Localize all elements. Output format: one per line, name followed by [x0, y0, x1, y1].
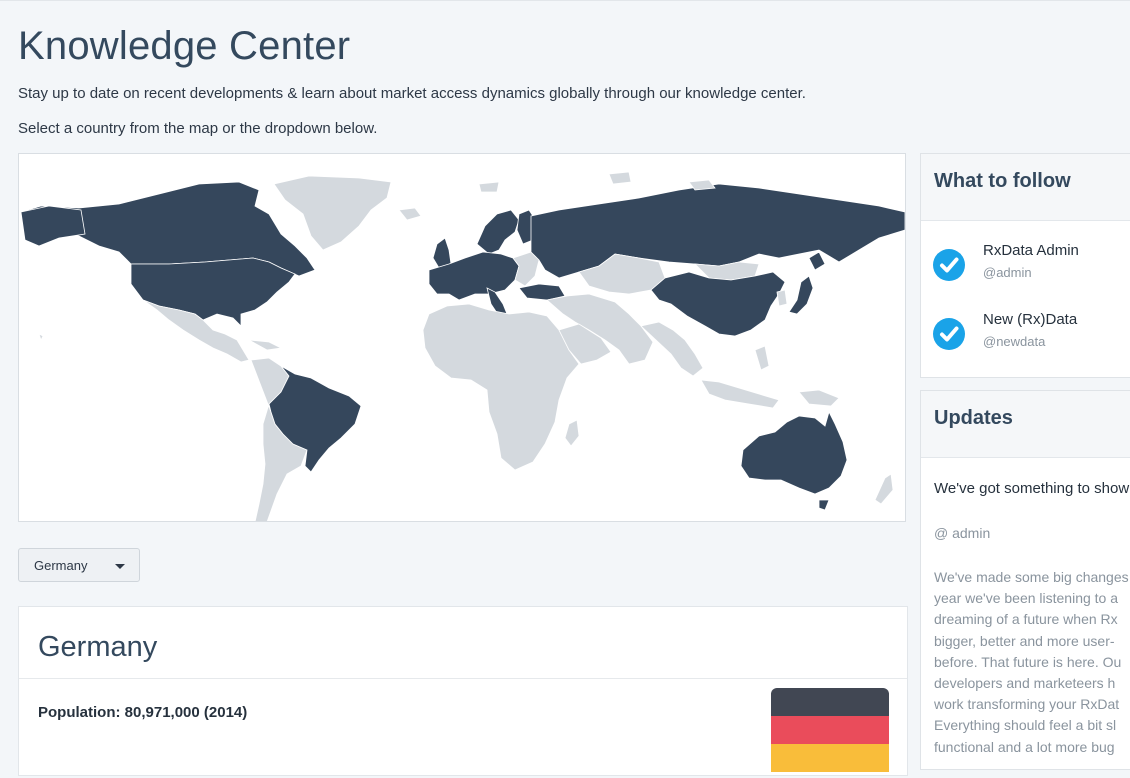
country-dropdown[interactable]: Germany — [18, 548, 140, 582]
top-divider — [0, 0, 1130, 1]
updates-title: Updates — [934, 407, 1013, 429]
follow-account-handle: @newdata — [983, 334, 1046, 349]
map-region-scandinavia[interactable] — [476, 209, 520, 255]
flag-stripe-bottom — [771, 744, 889, 772]
country-flag — [771, 688, 889, 778]
verified-check-icon — [933, 318, 965, 350]
map-region-united-kingdom[interactable] — [432, 237, 452, 269]
map-region-australia[interactable] — [740, 410, 848, 495]
updates-panel: Updates We've got something to show @ ad… — [920, 390, 1130, 770]
update-author: @ admin — [934, 525, 991, 541]
follow-account-handle: @admin — [983, 265, 1032, 280]
flag-stripe-top — [771, 688, 889, 716]
update-body-line: developers and marketeers h — [934, 675, 1116, 692]
what-to-follow-header: What to follow — [921, 154, 1130, 221]
follow-item-newdata[interactable]: New (Rx)Data @newdata — [921, 311, 1130, 361]
map-region-africa[interactable] — [422, 303, 580, 471]
update-headline[interactable]: We've got something to show — [934, 480, 1129, 497]
follow-account-name[interactable]: New (Rx)Data — [983, 311, 1077, 328]
what-to-follow-panel: What to follow RxData Admin @admin New (… — [920, 153, 1130, 378]
update-body-line: Everything should feel a bit sl — [934, 717, 1117, 734]
world-map-panel[interactable] — [18, 153, 906, 522]
map-region-greenland[interactable] — [273, 175, 392, 251]
map-region-japan[interactable] — [788, 275, 814, 315]
what-to-follow-title: What to follow — [934, 170, 1071, 192]
update-body-line: before. That future is here. Ou — [934, 653, 1122, 670]
chevron-down-icon — [115, 564, 125, 569]
map-region-alaska[interactable] — [20, 205, 86, 247]
country-info-panel: Germany Population: 80,971,000 (2014) — [18, 606, 908, 776]
update-body-line: work transforming your RxDat — [934, 696, 1120, 713]
update-body-line: functional and a lot more bug — [934, 738, 1115, 755]
updates-header: Updates — [921, 391, 1130, 458]
world-map[interactable] — [19, 154, 906, 522]
country-name: Germany — [38, 631, 158, 663]
map-region-russia[interactable] — [530, 183, 905, 279]
country-population: Population: 80,971,000 (2014) — [38, 704, 248, 721]
map-region-united-states[interactable] — [130, 257, 296, 327]
map-instruction: Select a country from the map or the dro… — [18, 120, 378, 137]
update-body-line: bigger, better and more user- — [934, 632, 1115, 649]
update-body: We've made some big changes year we've b… — [934, 567, 1130, 758]
follow-account-name[interactable]: RxData Admin — [983, 242, 1079, 259]
verified-check-icon — [933, 249, 965, 281]
update-body-line: We've made some big changes — [934, 569, 1129, 585]
page-subtitle: Stay up to date on recent developments &… — [18, 85, 806, 102]
country-dropdown-value: Germany — [34, 558, 88, 573]
update-body-line: year we've been listening to a — [934, 590, 1119, 607]
follow-item-admin[interactable]: RxData Admin @admin — [921, 242, 1130, 292]
update-body-line: dreaming of a future when Rx — [934, 611, 1118, 628]
page-title: Knowledge Center — [18, 24, 351, 68]
flag-stripe-middle — [771, 716, 889, 744]
map-region-china[interactable] — [650, 271, 786, 337]
country-divider — [19, 678, 907, 679]
